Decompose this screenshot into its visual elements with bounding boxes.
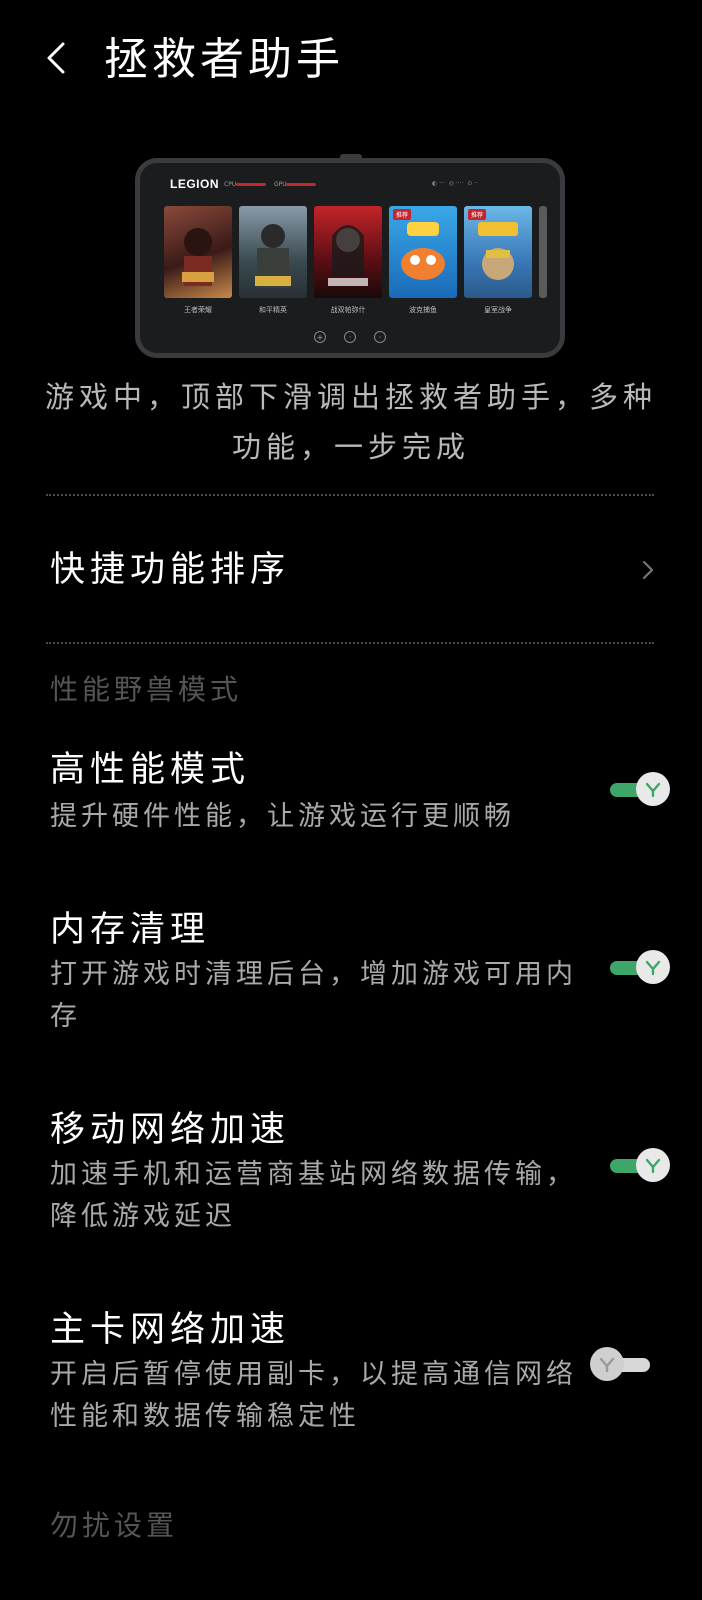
game-card-3	[314, 206, 382, 298]
setting-title: 内存清理	[50, 910, 211, 950]
game-card-1	[164, 206, 232, 298]
primary-sim-toggle[interactable]	[590, 1347, 656, 1383]
setting-title: 移动网络加速	[50, 1110, 291, 1150]
add-icon: +	[314, 331, 326, 343]
status-icons: ◐ ··· ◎ ···· ⊙ ··	[432, 180, 479, 187]
setting-subtitle: 开启后暂停使用副卡，以提高通信网络性能和数据传输稳定性	[50, 1359, 577, 1432]
cpu-label: CPU	[224, 181, 237, 188]
divider	[46, 642, 654, 644]
game-label-2: 和平精英	[259, 306, 287, 314]
page-title: 拯救者助手	[104, 34, 344, 85]
back-button[interactable]	[36, 38, 76, 78]
legion-y-icon	[599, 1357, 615, 1373]
gpu-label: GPU	[274, 181, 287, 188]
high-performance-toggle[interactable]	[606, 772, 672, 808]
cpu-meter	[236, 183, 266, 186]
game-card-partial	[539, 206, 547, 298]
divider	[46, 494, 654, 496]
recommend-badge-5: 推荐	[468, 209, 487, 220]
chevron-left-icon	[47, 42, 65, 74]
recommend-badge-4: 推荐	[393, 209, 412, 220]
quick-sort-row[interactable]: 快捷功能排序	[0, 520, 702, 620]
setting-row-memory-clean: 内存清理 打开游戏时清理后台，增加游戏可用内存	[0, 900, 702, 1050]
setting-subtitle: 加速手机和运营商基站网络数据传输，降低游戏延迟	[50, 1159, 577, 1232]
setting-row-mobile-network: 移动网络加速 加速手机和运营商基站网络数据传输，降低游戏延迟	[0, 1100, 702, 1250]
game-label-3: 战双帕弥什	[330, 306, 366, 314]
memory-clean-toggle[interactable]	[606, 950, 672, 986]
game-label-5: 皇室战争	[484, 306, 512, 314]
setting-title: 主卡网络加速	[50, 1310, 291, 1350]
game-label-1: 王者荣耀	[184, 306, 212, 314]
gpu-meter	[286, 183, 316, 186]
setting-title: 高性能模式	[50, 750, 251, 790]
section-header-performance: 性能野兽模式	[50, 673, 243, 706]
settings-icon: ·	[344, 331, 356, 343]
legion-y-icon	[645, 1158, 661, 1174]
legion-y-icon	[645, 782, 661, 798]
game-card-5: 推荐	[464, 206, 532, 298]
game-mode-icon: ·	[374, 331, 386, 343]
setting-row-primary-sim: 主卡网络加速 开启后暂停使用副卡，以提高通信网络性能和数据传输稳定性	[0, 1300, 702, 1450]
game-card-4: 推荐	[389, 206, 457, 298]
game-card-2	[239, 206, 307, 298]
quick-sort-label: 快捷功能排序	[50, 550, 291, 590]
setting-row-high-performance: 高性能模式 提升硬件性能，让游戏运行更顺畅	[0, 740, 702, 860]
intro-text: 游戏中，顶部下滑调出拯救者助手，多种功能，一步完成	[44, 380, 657, 464]
setting-subtitle: 提升硬件性能，让游戏运行更顺畅	[50, 801, 515, 832]
section-header-dnd: 勿扰设置	[50, 1509, 179, 1542]
game-label-4: 波克捕鱼	[409, 306, 437, 314]
legion-logo: LEGION	[170, 177, 220, 191]
chevron-right-icon	[636, 558, 660, 582]
phone-illustration: LEGION CPU GPU ◐ ··· ◎ ···· ⊙ ·· 王者荣耀 和平…	[135, 158, 565, 358]
mobile-network-toggle[interactable]	[606, 1148, 672, 1184]
setting-subtitle: 打开游戏时清理后台，增加游戏可用内存	[50, 959, 577, 1032]
legion-y-icon	[645, 960, 661, 976]
